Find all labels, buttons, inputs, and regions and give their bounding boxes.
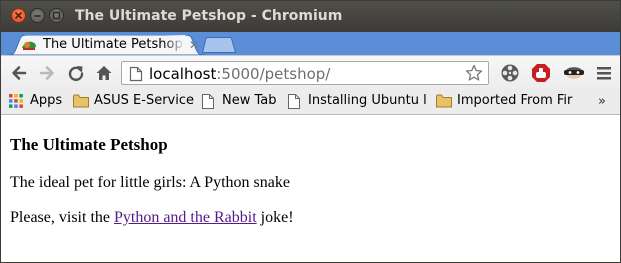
bookmark-asus-e-service[interactable]: ASUS E-Service (73, 93, 198, 111)
bookmarks-bar: Apps ASUS E-Service New Tab Installing U… (1, 89, 620, 115)
browser-toolbar: localhost:5000/petshop/ (1, 55, 620, 90)
masked-bandit-icon[interactable] (563, 64, 585, 82)
new-tab-button[interactable] (202, 37, 236, 53)
bookmark-star-icon[interactable] (465, 64, 483, 82)
python-rabbit-link[interactable]: Python and the Rabbit (114, 209, 257, 226)
page-content: The Ultimate Petshop The ideal pet for l… (1, 115, 620, 262)
close-icon (14, 11, 23, 20)
page-paragraph-pet: The ideal pet for little girls: A Python… (10, 174, 290, 191)
folder-icon (73, 94, 89, 108)
window-title: The Ultimate Petshop - Chromium (75, 8, 343, 24)
tab-the-ultimate-petshop[interactable]: The Ultimate Petshop ✕ (7, 35, 206, 55)
bookmark-label: Imported From Fir (457, 93, 573, 108)
hamburger-menu-icon[interactable] (597, 65, 611, 81)
page-icon (202, 94, 214, 109)
bookmarks-overflow-chevron-icon[interactable]: » (598, 94, 606, 109)
apps-grid-icon (9, 94, 23, 108)
maximize-icon (52, 11, 61, 20)
url-path: :5000/petshop/ (216, 65, 331, 83)
title-bar[interactable]: The Ultimate Petshop - Chromium (1, 1, 620, 32)
bookmark-new-tab[interactable]: New Tab (201, 93, 283, 111)
bookmark-apps[interactable]: Apps (9, 93, 69, 111)
url-text[interactable]: localhost:5000/petshop/ (149, 65, 330, 83)
visit-suffix: joke! (256, 209, 294, 226)
home-icon[interactable] (95, 64, 113, 82)
tab-label: The Ultimate Petshop (43, 37, 183, 52)
browser-window: The Ultimate Petshop - Chromium The Ulti… (0, 0, 621, 263)
page-info-icon[interactable] (129, 66, 143, 82)
tab-strip: The Ultimate Petshop ✕ (1, 32, 620, 55)
bookmark-imported-from-firefox[interactable]: Imported From Fir (436, 93, 582, 111)
page-heading: The Ultimate Petshop (10, 135, 168, 154)
page-icon (288, 94, 300, 109)
visit-prefix: Please, visit the (10, 209, 114, 226)
address-bar[interactable]: localhost:5000/petshop/ (121, 61, 489, 85)
forward-arrow-icon[interactable] (38, 64, 56, 82)
film-reel-icon[interactable] (500, 63, 520, 83)
bookmark-label: ASUS E-Service (94, 93, 194, 108)
bookmark-label: Installing Ubuntu l (308, 93, 427, 108)
bookmark-installing-ubuntu[interactable]: Installing Ubuntu l (287, 93, 430, 111)
back-arrow-icon[interactable] (10, 64, 28, 82)
bookmark-label: New Tab (222, 93, 277, 108)
stop-sign-icon[interactable] (531, 63, 551, 83)
tab-close-icon[interactable]: ✕ (189, 39, 199, 51)
window-close-button[interactable] (11, 8, 26, 23)
minimize-icon (34, 15, 41, 17)
folder-icon (436, 94, 452, 108)
bookmark-label: Apps (30, 93, 63, 108)
window-minimize-button[interactable] (30, 8, 45, 23)
pet-favicon-icon (22, 41, 36, 50)
page-paragraph-visit: Please, visit the Python and the Rabbit … (10, 209, 294, 227)
url-host: localhost (149, 65, 217, 83)
window-maximize-button[interactable] (49, 8, 64, 23)
reload-icon[interactable] (67, 64, 85, 82)
